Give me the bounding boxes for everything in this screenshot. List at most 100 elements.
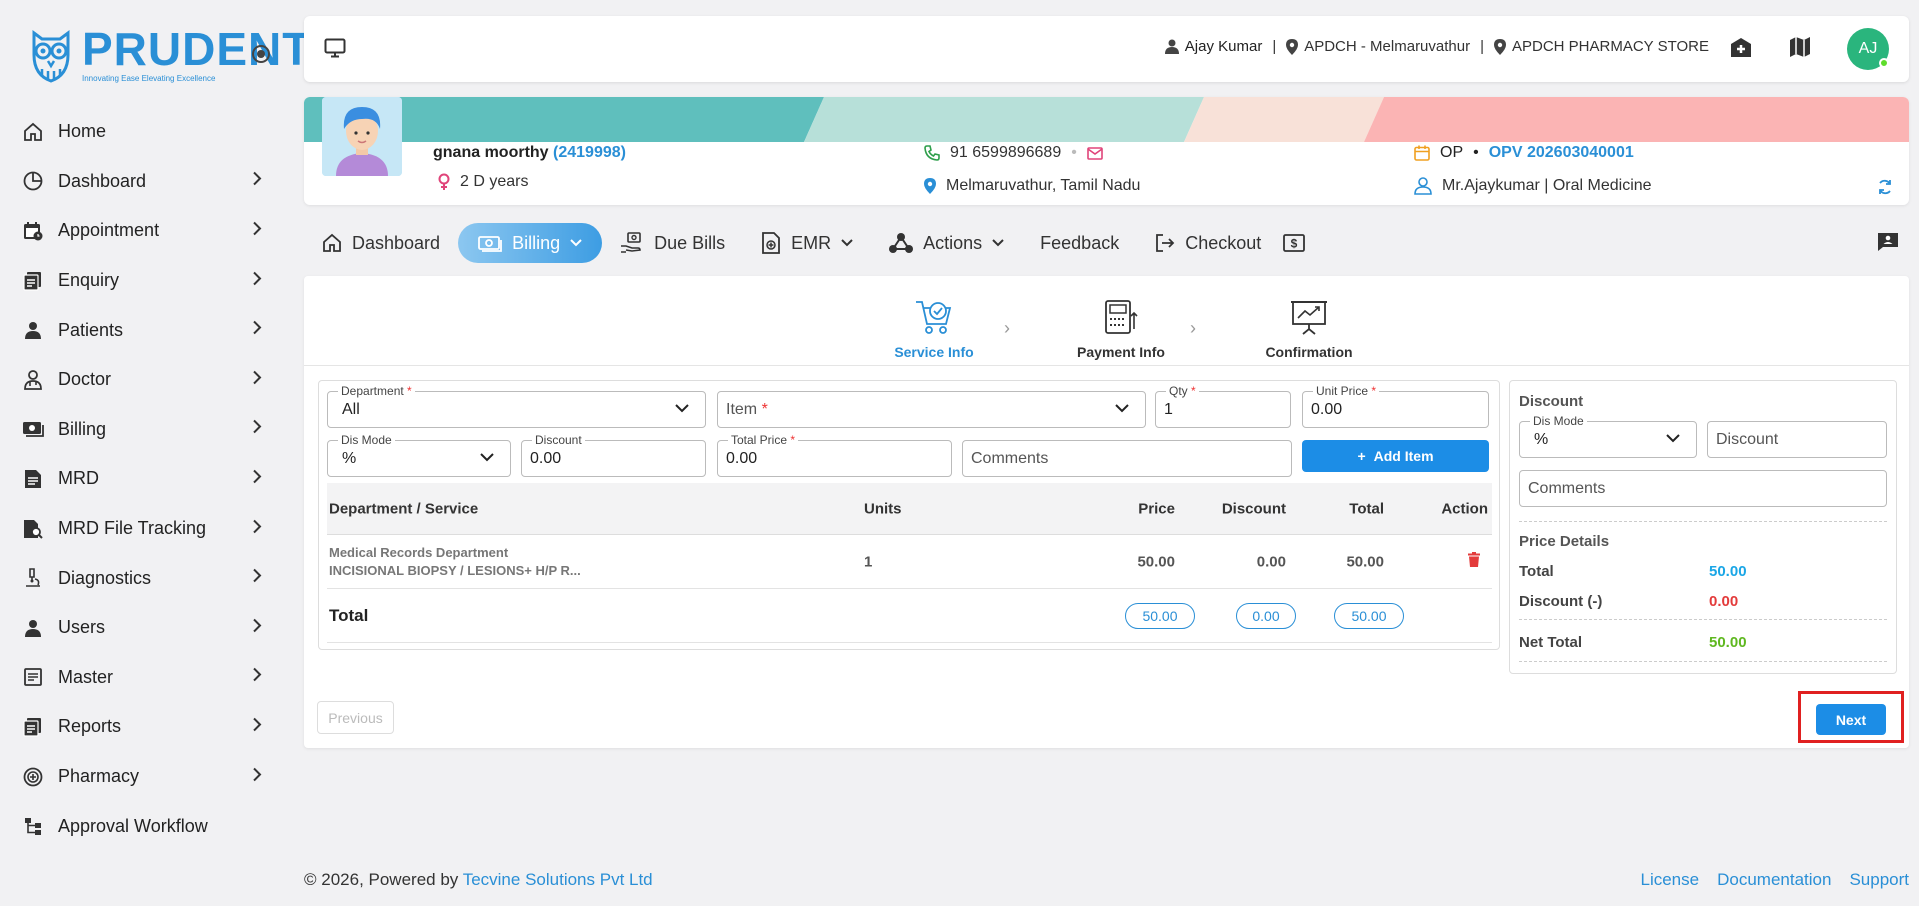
total-label: Total xyxy=(329,605,369,625)
step-confirmation[interactable]: Confirmation xyxy=(1239,296,1379,360)
total-price-input[interactable]: Total Price * 0.00 xyxy=(717,433,952,477)
table-row: Medical Records Department INCISIONAL BI… xyxy=(327,535,1492,589)
medical-file-icon xyxy=(762,232,781,254)
location-name[interactable]: APDCH - Melmaruvathur xyxy=(1304,38,1470,55)
mail-icon[interactable] xyxy=(1087,146,1103,160)
tab-label: Dashboard xyxy=(352,232,441,253)
step-label: Payment Info xyxy=(1077,344,1165,360)
document-stack-icon xyxy=(22,270,44,292)
sidebar-item-approval-workflow[interactable]: Approval Workflow xyxy=(22,801,262,851)
sidebar-item-enquiry[interactable]: Enquiry xyxy=(22,256,262,306)
owl-logo-icon xyxy=(32,29,70,83)
patient-name: gnana moorthy (2419998) xyxy=(433,144,626,162)
refresh-icon[interactable] xyxy=(1877,179,1893,200)
sidebar-item-pharmacy[interactable]: Pharmacy xyxy=(22,752,262,802)
tab-billing[interactable]: Billing xyxy=(458,223,603,263)
payment-terminal-icon xyxy=(1105,300,1138,334)
previous-button[interactable]: Previous xyxy=(317,701,394,734)
total-total-pill: 50.00 xyxy=(1334,602,1404,629)
billing-panel: Service Info › Payment Info › Confirmati… xyxy=(304,276,1909,748)
logout-icon xyxy=(1156,234,1175,252)
sidebar-item-label: Pharmacy xyxy=(58,766,140,787)
tab-actions[interactable]: Actions xyxy=(871,223,1022,263)
support-link[interactable]: Support xyxy=(1849,870,1909,890)
file-text-icon xyxy=(22,468,44,490)
dollar-box-button[interactable]: $ xyxy=(1279,223,1309,263)
tab-checkout[interactable]: Checkout xyxy=(1137,223,1279,263)
price-details-title: Price Details xyxy=(1519,533,1610,550)
chevron-down-icon xyxy=(570,239,582,247)
total-price-pill: 50.00 xyxy=(1125,602,1195,629)
side-comments-input[interactable]: Comments xyxy=(1519,470,1887,507)
department-select[interactable]: Department * All xyxy=(327,384,706,428)
step-label: Confirmation xyxy=(1265,344,1353,360)
sidebar-item-home[interactable]: Home xyxy=(22,107,262,157)
tab-due-bills[interactable]: Due Bills xyxy=(602,223,743,263)
comments-input[interactable]: Comments xyxy=(962,440,1292,477)
tab-emr[interactable]: EMR xyxy=(743,223,871,263)
user-name: Ajay Kumar xyxy=(1184,38,1263,55)
col-service: Department / Service xyxy=(329,500,479,517)
sidebar-item-patients[interactable]: Patients xyxy=(22,305,262,355)
discount-input[interactable]: Discount 0.00 xyxy=(521,433,706,477)
dis-mode-value: % xyxy=(342,450,357,467)
brand-tagline: Innovating Ease Elevating Excellence xyxy=(82,74,216,83)
tab-label: Actions xyxy=(923,232,983,253)
sidebar-item-label: Master xyxy=(58,666,114,687)
documentation-link[interactable]: Documentation xyxy=(1717,870,1831,890)
calendar-clock-icon xyxy=(22,220,44,242)
next-button[interactable]: Next xyxy=(1816,704,1886,735)
side-dis-mode-select[interactable]: Dis Mode % xyxy=(1519,414,1697,458)
sidebar-item-users[interactable]: Users xyxy=(22,603,262,653)
side-discount-placeholder: Discount xyxy=(1716,431,1779,448)
department-label-text: Department xyxy=(341,384,404,398)
table-total-row: Total 50.00 0.00 50.00 xyxy=(327,589,1492,643)
chevron-right-icon xyxy=(253,519,262,538)
map-icon[interactable] xyxy=(1789,36,1811,63)
qty-input[interactable]: Qty * 1 xyxy=(1155,384,1291,428)
dis-mode-select[interactable]: Dis Mode % xyxy=(327,433,511,477)
sidebar-item-reports[interactable]: Reports xyxy=(22,702,262,752)
sidebar-item-dashboard[interactable]: Dashboard xyxy=(22,157,262,207)
money-icon xyxy=(22,418,44,440)
item-select[interactable]: Item * xyxy=(717,391,1146,428)
row-discount: 0.00 xyxy=(1256,553,1286,570)
service-table-header: Department / Service Units Price Discoun… xyxy=(327,483,1492,535)
female-icon xyxy=(438,173,450,190)
add-item-button[interactable]: + Add Item xyxy=(1302,440,1489,472)
avatar-initials: AJ xyxy=(1858,40,1878,57)
sidebar-toggle-radio[interactable] xyxy=(252,45,270,63)
sidebar-item-master[interactable]: Master xyxy=(22,653,262,703)
hospital-add-icon[interactable] xyxy=(1729,36,1753,63)
top-icons: AJ xyxy=(1729,28,1889,70)
sidebar-item-diagnostics[interactable]: Diagnostics xyxy=(22,553,262,603)
document-stack-icon xyxy=(22,716,44,738)
sidebar-item-billing[interactable]: Billing xyxy=(22,405,262,455)
unit-price-value: 0.00 xyxy=(1311,401,1343,418)
unit-price-input[interactable]: Unit Price * 0.00 xyxy=(1302,384,1489,428)
license-link[interactable]: License xyxy=(1641,870,1700,890)
trash-icon[interactable] xyxy=(1468,551,1480,572)
step-service-info[interactable]: Service Info xyxy=(869,296,999,360)
sidebar-item-mrd-file-tracking[interactable]: MRD File Tracking xyxy=(22,504,262,554)
company-link[interactable]: Tecvine Solutions Pvt Ltd xyxy=(463,870,653,889)
sidebar-item-mrd[interactable]: MRD xyxy=(22,454,262,504)
unit-price-label-text: Unit Price xyxy=(1316,384,1369,398)
chevron-down-icon xyxy=(1666,434,1680,443)
patient-age-text: 2 D years xyxy=(460,173,529,190)
tab-dashboard[interactable]: Dashboard xyxy=(304,223,458,263)
visit-id[interactable]: OPV 202603040001 xyxy=(1489,144,1634,162)
patient-id[interactable]: (2419998) xyxy=(553,144,626,161)
user-avatar[interactable]: AJ xyxy=(1847,28,1889,70)
tab-label: Feedback xyxy=(1040,232,1120,253)
sidebar-item-doctor[interactable]: Doctor xyxy=(22,355,262,405)
tab-feedback[interactable]: Feedback xyxy=(1022,223,1137,263)
sidebar-item-appointment[interactable]: Appointment xyxy=(22,206,262,256)
service-entry-form: Department * All Item * Qty * 1 Unit Pri… xyxy=(318,380,1500,650)
store-name[interactable]: APDCH PHARMACY STORE xyxy=(1512,38,1709,55)
discount-summary-panel: Discount Dis Mode % Discount Comments Pr… xyxy=(1509,380,1897,674)
side-discount-input[interactable]: Discount xyxy=(1707,421,1887,458)
step-payment-info[interactable]: Payment Info xyxy=(1051,296,1191,360)
chat-icon[interactable] xyxy=(1877,232,1899,257)
monitor-icon[interactable] xyxy=(324,38,346,63)
